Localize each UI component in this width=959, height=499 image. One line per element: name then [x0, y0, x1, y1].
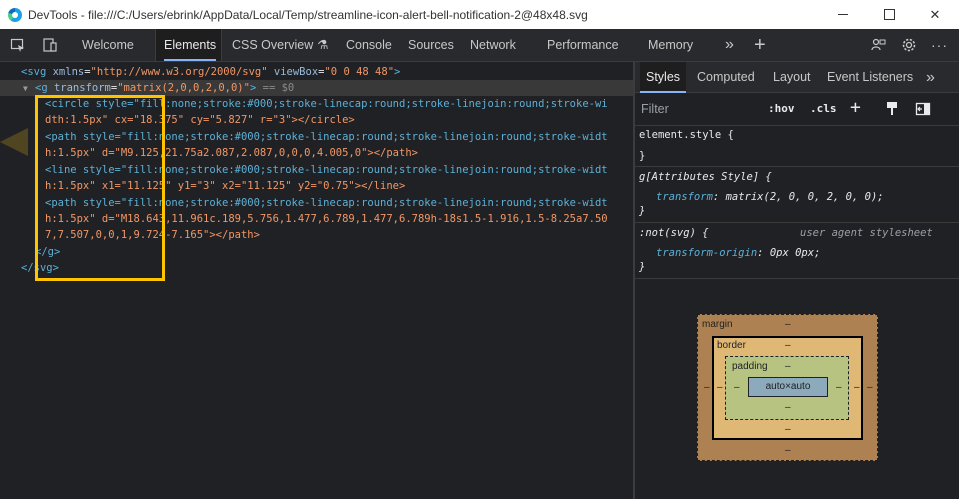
- more-options-icon[interactable]: ···: [931, 29, 948, 61]
- attr-name: xmlns: [52, 66, 85, 78]
- tag-open: <g: [35, 82, 54, 94]
- attr-value: "0 0 48 48": [324, 66, 395, 78]
- new-style-rule-icon[interactable]: +: [850, 97, 861, 118]
- paint-format-icon[interactable]: [885, 101, 899, 120]
- rule-not-svg-selector: :not(svg) {: [639, 227, 709, 239]
- tab-sources[interactable]: Sources: [408, 29, 454, 61]
- padding-left-value[interactable]: –: [734, 382, 740, 393]
- rule-separator: [635, 166, 959, 167]
- rule-attributes-style-selector: g[Attributes Style] {: [639, 171, 772, 183]
- rule-close-brace: }: [639, 205, 646, 217]
- device-toolbar-icon[interactable]: [38, 29, 62, 61]
- settings-gear-icon[interactable]: [897, 29, 921, 61]
- styles-pane: Styles Computed Layout Event Listeners »…: [635, 62, 959, 499]
- user-agent-stylesheet-label: user agent stylesheet: [800, 227, 933, 239]
- experiment-flask-icon: ⚗: [317, 38, 329, 52]
- css-value: 0px 0px;: [769, 247, 821, 259]
- tab-elements[interactable]: Elements: [164, 29, 217, 61]
- feedback-icon[interactable]: [866, 29, 890, 61]
- tag-open: <svg: [21, 66, 53, 78]
- maximize-button[interactable]: [866, 0, 912, 29]
- more-tabs-icon[interactable]: »: [725, 29, 734, 61]
- rule-separator: [635, 222, 959, 223]
- border-left-value[interactable]: –: [717, 382, 723, 393]
- rule-separator: [635, 278, 959, 279]
- rule-close-brace: }: [639, 261, 646, 273]
- edge-app-icon: [8, 7, 22, 22]
- inspect-element-icon[interactable]: [6, 29, 30, 61]
- tab-welcome[interactable]: Welcome: [82, 29, 134, 61]
- annotation-highlight-box: [35, 95, 165, 281]
- add-tab-icon[interactable]: +: [754, 29, 766, 61]
- rule-close-brace: }: [639, 150, 646, 162]
- attr-value: "matrix(2,0,0,2,0,0)": [117, 82, 250, 94]
- tag-close: >: [394, 66, 401, 78]
- padding-label: padding: [732, 361, 768, 372]
- margin-left-value[interactable]: –: [704, 382, 710, 393]
- tab-layout[interactable]: Layout: [773, 62, 811, 93]
- minimize-button[interactable]: [820, 0, 866, 29]
- close-button[interactable]: ✕: [912, 0, 958, 29]
- toggle-sidebar-icon[interactable]: [915, 101, 931, 120]
- border-top-value[interactable]: –: [785, 340, 791, 351]
- tab-performance[interactable]: Performance: [547, 29, 619, 61]
- border-right-value[interactable]: –: [854, 382, 860, 393]
- dom-line-svg[interactable]: <svg xmlns="http://www.w3.org/2000/svg" …: [21, 64, 400, 80]
- tab-computed[interactable]: Computed: [697, 62, 755, 93]
- arrow-marker: [0, 128, 28, 156]
- rule-element-style-selector[interactable]: element.style {: [639, 129, 734, 141]
- box-model-content[interactable]: auto×auto: [748, 377, 828, 397]
- attr-name: viewBox: [273, 66, 319, 78]
- padding-right-value[interactable]: –: [836, 382, 842, 393]
- colon: :: [757, 247, 770, 259]
- margin-right-value[interactable]: –: [867, 382, 873, 393]
- hover-state-button[interactable]: :hov: [768, 102, 795, 115]
- elements-dom-tree: <svg xmlns="http://www.w3.org/2000/svg" …: [0, 62, 633, 499]
- tab-event-listeners[interactable]: Event Listeners: [827, 62, 913, 93]
- expand-triangle-icon[interactable]: ▼: [23, 84, 28, 93]
- tab-css-overview-label: CSS Overview: [232, 38, 314, 52]
- more-tabs-icon[interactable]: »: [926, 62, 935, 93]
- styles-pane-tabs: Styles Computed Layout Event Listeners »: [635, 62, 959, 93]
- border-label: border: [717, 340, 746, 351]
- styles-filter-bar: Filter :hov .cls +: [635, 93, 959, 126]
- filter-input[interactable]: Filter: [641, 102, 669, 116]
- tab-styles[interactable]: Styles: [640, 62, 687, 93]
- css-property: transform-origin: [656, 247, 758, 259]
- tab-css-overview[interactable]: CSS Overview ⚗: [232, 29, 329, 61]
- attr-value: "http://www.w3.org/2000/svg": [90, 66, 268, 78]
- padding-top-value[interactable]: –: [785, 361, 791, 372]
- css-property: transform: [656, 191, 713, 203]
- window-title: DevTools - file:///C:/Users/ebrink/AppDa…: [28, 7, 588, 22]
- class-toggle-button[interactable]: .cls: [810, 102, 837, 115]
- dom-line-g-selected[interactable]: <g transform="matrix(2,0,0,2,0,0)"> == $…: [35, 80, 294, 96]
- margin-bottom-value[interactable]: –: [785, 445, 791, 456]
- tab-console[interactable]: Console: [346, 29, 392, 61]
- colon: :: [712, 191, 726, 203]
- console-ref: == $0: [256, 82, 295, 94]
- margin-top-value[interactable]: –: [785, 319, 791, 330]
- border-bottom-value[interactable]: –: [785, 424, 791, 435]
- rule-transform-origin-declaration: transform-origin: 0px 0px;: [656, 247, 820, 259]
- title-bar: DevTools - file:///C:/Users/ebrink/AppDa…: [0, 0, 959, 29]
- rule-transform-declaration[interactable]: transform: matrix(2, 0, 0, 2, 0, 0);: [656, 191, 884, 203]
- padding-bottom-value[interactable]: –: [785, 402, 791, 413]
- css-value: matrix(2, 0, 0, 2, 0, 0);: [725, 191, 884, 203]
- margin-label: margin: [702, 319, 733, 330]
- attr-name: transform: [53, 82, 111, 94]
- tab-memory[interactable]: Memory: [648, 29, 693, 61]
- tab-network[interactable]: Network: [470, 29, 516, 61]
- main-toolbar: Welcome Elements CSS Overview ⚗ Console S…: [0, 29, 959, 62]
